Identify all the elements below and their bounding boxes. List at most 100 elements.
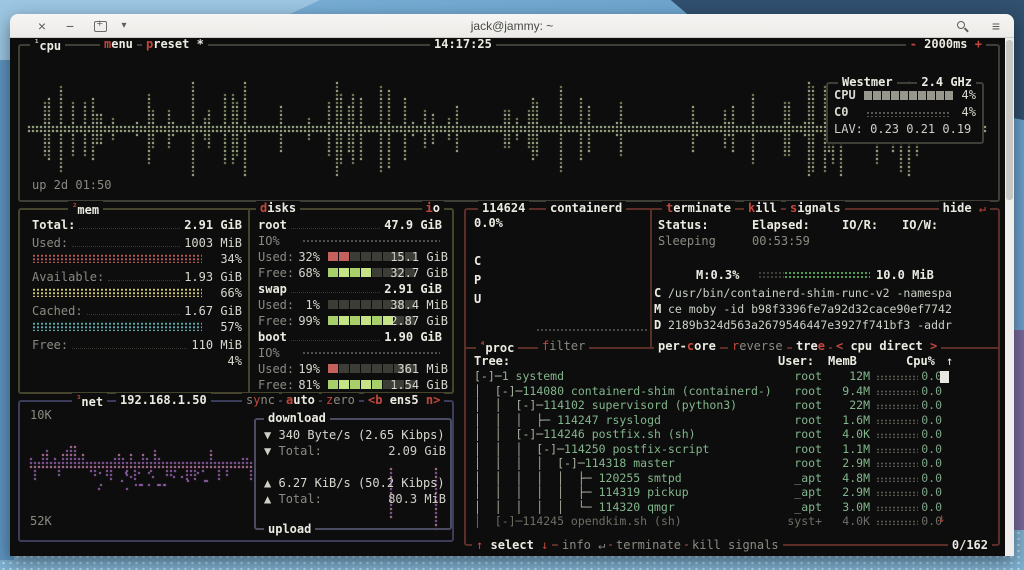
disk-usage-label: Free: [258, 378, 294, 392]
disk-io-graph [302, 239, 440, 244]
column-header-tree[interactable]: Tree: [474, 354, 510, 368]
window-title: jack@jammy: ~ [10, 14, 1014, 38]
disk-usage-label: Used: [258, 250, 294, 264]
column-header-user[interactable]: User: [778, 354, 814, 368]
net-box-title: ³net [72, 393, 107, 410]
process-list: [-]─1 systemdroot12M0.0│ [-]─114080 cont… [474, 369, 992, 529]
mem-row: Used:1003 MiB [32, 236, 242, 250]
cpu-meter-block [936, 91, 944, 100]
process-row[interactable]: │ │ │ │ │ └─ 114320 qmgr_apt3.0M0.0 [474, 500, 992, 515]
mem-meter-cached [32, 322, 202, 331]
tree-toggle[interactable]: tree [792, 339, 829, 354]
download-total: ▼ Total:2.09 GiB [264, 444, 446, 458]
net-zero-toggle[interactable]: zero [322, 393, 359, 408]
upload-total: ▲ Total:80.3 MiB [264, 492, 446, 506]
disk-usage-value: 38.4 MiB [380, 298, 448, 312]
terminate-button[interactable]: terminate [662, 201, 735, 216]
process-row[interactable]: │ │ │ [-]─114250 postfix-scriptroot1.1M0… [474, 442, 992, 457]
detail-process-name: containerd [546, 201, 626, 216]
disk-io-label: IO% [258, 234, 280, 248]
column-header-cpu[interactable]: Cpu% [906, 354, 935, 368]
disks-io-toggle[interactable]: io [422, 201, 444, 216]
mem-box-title: ²mem [68, 201, 103, 218]
cpu-meter-block [891, 91, 899, 100]
process-row[interactable]: │ │ │ │ │ ├─ 114319 pickup_apt2.9M0.0 [474, 485, 992, 500]
process-row[interactable]: │ │ [-]─114102 supervisord (python3)root… [474, 398, 992, 413]
net-ip-address: 192.168.1.50 [116, 393, 211, 408]
process-row[interactable]: │ │ │ │ │ ├─ 120255 smtpd_apt4.8M0.0 [474, 471, 992, 486]
cpu-box-title: ¹cpu [30, 38, 65, 54]
per-core-toggle[interactable]: per-core [654, 339, 720, 354]
signals-control[interactable]: signals [724, 538, 783, 553]
menu-button[interactable]: menu [100, 38, 137, 52]
detail-cpu-pct: 0.0% [474, 216, 503, 230]
preset-button[interactable]: preset * [142, 38, 208, 52]
cpu-total-label: CPU [834, 88, 856, 102]
disk-section-header: root47.9 GiB [258, 218, 442, 232]
sort-selector[interactable]: < cpu direct > [832, 339, 941, 354]
scroll-down-icon[interactable]: ↓ [938, 511, 945, 525]
cpu-meter-block [909, 91, 917, 100]
filter-button[interactable]: filter [538, 339, 589, 354]
net-auto-toggle[interactable]: auto [282, 393, 319, 408]
select-control[interactable]: ↑ select ↓ [472, 538, 552, 553]
process-row[interactable]: │ [-]─114080 containerd-shim (containerd… [474, 384, 992, 399]
process-scrollbar[interactable] [940, 371, 949, 383]
cpu-info-box: Westmer 2.4 GHz CPU 4% C0 4% LAV: 0.23 0… [826, 82, 984, 144]
process-row[interactable]: [-]─1 systemdroot12M0.0 [474, 369, 992, 384]
disk-usage-value: 1.54 GiB [380, 378, 448, 392]
terminal-body: ¹cpu menu preset * 14:17:25 - 2000ms + W… [10, 38, 1014, 556]
upload-arrow-icon: ▲ [264, 492, 271, 506]
detail-cpu-axis-letter: P [474, 273, 481, 287]
mem-meter-row: 66% [32, 288, 242, 298]
download-arrow-icon: ▼ [264, 428, 271, 442]
uptime: up 2d 01:50 [32, 178, 111, 192]
net-box: ³net 192.168.1.50 sync auto zero <b ens5… [18, 400, 454, 542]
update-interval: - 2000ms + [906, 38, 986, 52]
signals-button[interactable]: signals [786, 201, 845, 216]
download-rate: ▼ 340 Byte/s (2.65 Kibps) [264, 428, 445, 442]
core-usage-graph [866, 111, 950, 117]
search-icon[interactable] [957, 21, 965, 29]
terminal-scrollbar[interactable] [1005, 38, 1014, 556]
process-count: 0/162 [948, 538, 992, 553]
cpu-box: ¹cpu menu preset * 14:17:25 - 2000ms + W… [18, 44, 1000, 202]
net-device-switcher[interactable]: <b ens5 n> [364, 393, 444, 408]
process-row[interactable]: │ [-]─114245 opendkim.sh (sh)syst+4.0K0.… [474, 514, 992, 529]
disk-usage-label: Used: [258, 298, 294, 312]
detail-divider [650, 210, 652, 347]
process-row[interactable]: │ │ [-]─114246 postfix.sh (sh)root4.0K0.… [474, 427, 992, 442]
desktop: × − ▾ jack@jammy: ~ ≡ ¹cpu menu preset *… [0, 0, 1024, 570]
disk-usage-value: 2.87 GiB [380, 314, 448, 328]
upload-arrow-icon: ▲ [264, 476, 271, 490]
disks-box: disks io root47.9 GiBIO%Used:32%15.1 GiB… [248, 208, 454, 394]
cpu-total-meter [864, 91, 953, 100]
upload-rate: ▲ 6.27 KiB/s (50.2 Kibps) [264, 476, 445, 490]
process-row[interactable]: │ │ │ │ [-]─114318 masterroot2.9M0.0 [474, 456, 992, 471]
cmd-line: /usr/bin/containerd-shim-runc-v2 -namesp… [668, 286, 952, 300]
elapsed-label: Elapsed: [752, 218, 810, 232]
interval-plus-button[interactable]: + [975, 38, 982, 51]
reverse-toggle[interactable]: reverse [728, 339, 787, 354]
download-arrow-icon: ▼ [264, 444, 271, 458]
disk-usage-value: 361 MiB [380, 362, 448, 376]
hide-button[interactable]: hide ↵ [939, 201, 990, 216]
clock: 14:17:25 [430, 38, 496, 52]
disk-io-graph [302, 351, 440, 356]
hamburger-menu-icon[interactable]: ≡ [986, 14, 1006, 38]
detail-mem-graph [784, 271, 870, 278]
kill-control[interactable]: kill [688, 538, 725, 553]
net-sync-toggle[interactable]: sync [242, 393, 279, 408]
info-control[interactable]: info ↵ [558, 538, 609, 553]
mem-meter-row: 4% [32, 356, 242, 366]
kill-button[interactable]: kill [744, 201, 781, 216]
process-row[interactable]: │ │ │ ├─ 114247 rsyslogdroot1.6M0.0 [474, 413, 992, 428]
scrollbar-thumb[interactable] [1006, 40, 1013, 200]
column-header-mem[interactable]: MemB [828, 354, 857, 368]
terminate-control[interactable]: terminate [612, 538, 685, 553]
disk-usage-pct: 99% [290, 314, 320, 328]
cmd-line: 2189b324d563a2679546447e3927f741bf3 -add… [668, 318, 952, 332]
interval-minus-button[interactable]: - [910, 38, 917, 51]
cpu-meter-block [927, 91, 935, 100]
disk-usage-label: Free: [258, 314, 294, 328]
